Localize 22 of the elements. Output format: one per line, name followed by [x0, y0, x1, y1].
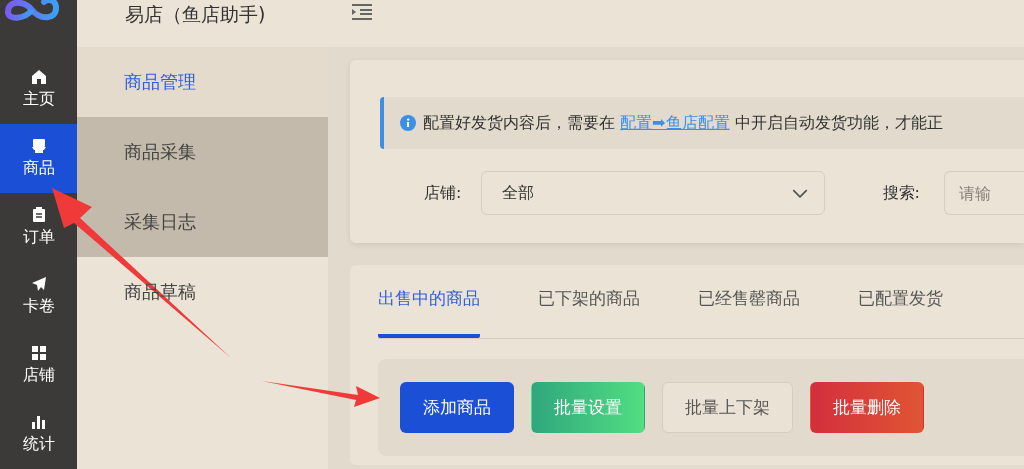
alert-message: 配置好发货内容后，需要在 配置➡鱼店配置 中开启自动发货功能，才能正	[423, 112, 943, 134]
nav-item[interactable]: 订单	[0, 193, 77, 262]
action-button[interactable]: 添加商品	[400, 382, 514, 433]
nav-item[interactable]: 统计	[0, 400, 77, 469]
tab[interactable]: 已下架的商品	[538, 265, 640, 338]
nav-item[interactable]: 店铺	[0, 331, 77, 400]
nav-item[interactable]: 主页	[0, 55, 77, 124]
shop-label: 店铺:	[424, 182, 462, 204]
nav-item[interactable]: 商品	[0, 124, 77, 193]
submenu-item[interactable]: 商品采集	[77, 117, 328, 187]
tab[interactable]: 出售中的商品	[378, 265, 480, 338]
tab[interactable]: 已配置发货	[858, 265, 943, 338]
submenu-item[interactable]: 商品管理	[77, 47, 328, 117]
app-title: 易店（鱼店助手)	[125, 2, 266, 27]
tab[interactable]: 已经售罄商品	[698, 265, 800, 338]
search-label: 搜索:	[882, 182, 920, 204]
search-field[interactable]: 请输	[944, 171, 1024, 215]
submenu-item[interactable]: 采集日志	[77, 187, 328, 257]
nav-item[interactable]: 卡卷	[0, 262, 77, 331]
shop-select[interactable]: 全部	[481, 171, 825, 215]
action-button[interactable]: 批量删除	[810, 382, 924, 433]
action-button[interactable]: 批量上下架	[662, 382, 793, 433]
